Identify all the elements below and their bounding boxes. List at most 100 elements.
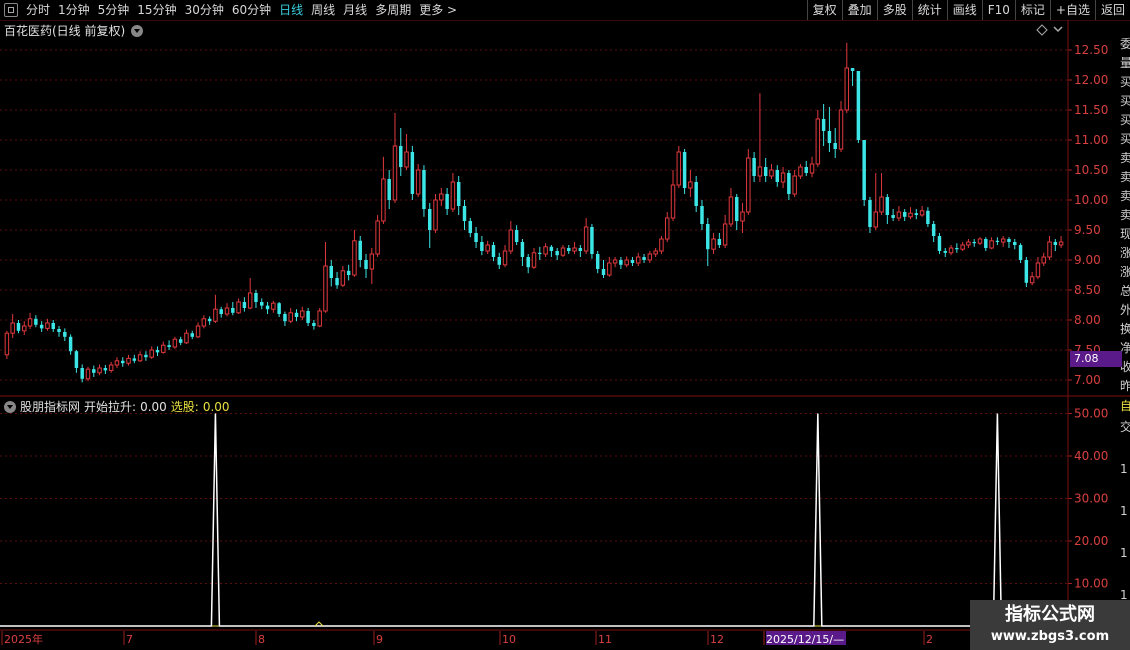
candle-body xyxy=(4,332,10,356)
right-panel-char: 买 xyxy=(1120,75,1130,89)
candle-body xyxy=(369,253,375,270)
candle-body xyxy=(844,67,850,111)
candle-body xyxy=(809,163,815,174)
candle-body xyxy=(190,333,194,337)
candle-body xyxy=(1035,262,1041,278)
candle-body xyxy=(207,318,212,322)
candle-body xyxy=(288,312,293,322)
indicator-name: 股朋指标网 xyxy=(20,400,81,414)
candle-body xyxy=(306,311,310,323)
candle-body xyxy=(352,240,357,276)
candle-body xyxy=(34,318,38,325)
price-tick-label: 10.00 xyxy=(1074,193,1108,207)
candle-body xyxy=(381,178,386,222)
price-tick-label: 7.00 xyxy=(1074,373,1101,387)
price-tick-label: 11.00 xyxy=(1074,133,1108,147)
candle-body xyxy=(780,172,786,183)
candle-body xyxy=(392,145,398,201)
candle-body xyxy=(728,196,734,225)
candle-body xyxy=(399,146,403,167)
candle-body xyxy=(868,200,872,227)
candle-body xyxy=(1024,260,1029,283)
candle-body xyxy=(578,248,583,251)
candle-body xyxy=(85,368,91,380)
candle-body xyxy=(404,151,409,168)
candle-body xyxy=(92,369,96,373)
indicator-right-panel-char: 1 xyxy=(1120,462,1128,476)
watermark-url: www.zbgs3.com xyxy=(990,629,1110,644)
candle-body xyxy=(879,196,884,213)
candle-body xyxy=(567,248,571,251)
chevron-down-icon xyxy=(1053,26,1063,33)
candle-body xyxy=(422,170,426,209)
price-tick-label: 8.50 xyxy=(1074,283,1101,297)
candle-body xyxy=(647,253,653,261)
time-axis-label: 2 xyxy=(926,633,933,646)
candle-body xyxy=(775,170,780,182)
candle-body xyxy=(236,301,241,314)
candle-body xyxy=(1047,241,1052,258)
candle-body xyxy=(607,262,612,276)
indicator-right-panel-char: 交 xyxy=(1120,419,1130,434)
candle-body xyxy=(508,229,514,252)
candle-body xyxy=(219,309,223,314)
candle-body xyxy=(624,259,629,266)
candle-body xyxy=(543,246,548,255)
indicator-line-label: 开始拉升: xyxy=(84,400,137,414)
price-tick-label: 12.00 xyxy=(1074,73,1108,87)
candle-body xyxy=(63,332,67,337)
candle-body xyxy=(16,323,21,331)
candle-body xyxy=(862,140,866,200)
price-tick-label: 10.50 xyxy=(1074,163,1108,177)
candle-body xyxy=(271,302,276,310)
candle-body xyxy=(74,351,79,368)
indicator-select-value: 0.00 xyxy=(202,399,230,414)
candle-body xyxy=(676,151,682,186)
indicator-line xyxy=(0,413,1130,627)
kline-canvas[interactable]: 12.5012.0011.5011.0010.5010.009.509.008.… xyxy=(0,0,1130,650)
candle-body xyxy=(526,257,530,268)
candle-body xyxy=(57,329,61,332)
indicator-tick-label: 20.00 xyxy=(1074,534,1108,548)
candle-body xyxy=(1029,276,1035,284)
candle-body xyxy=(538,252,542,254)
right-panel-char: 外 xyxy=(1120,303,1130,317)
right-panel-char: 卖 xyxy=(1120,170,1130,184)
candle-body xyxy=(572,247,577,252)
indicator-tick-label: 30.00 xyxy=(1074,492,1108,506)
chevron-down-icon[interactable] xyxy=(4,400,16,413)
candle-body xyxy=(670,184,676,219)
candle-body xyxy=(265,305,270,310)
candle-body xyxy=(462,206,467,221)
candle-body xyxy=(555,251,559,256)
candle-body xyxy=(531,252,537,268)
candle-body xyxy=(1007,239,1011,242)
candle-body xyxy=(977,238,983,244)
candle-body xyxy=(984,239,988,248)
candle-body xyxy=(815,118,821,165)
time-axis-label: 10 xyxy=(502,633,516,646)
candle-body xyxy=(827,131,832,143)
candle-body xyxy=(653,250,658,255)
candle-body xyxy=(850,68,855,71)
candle-body xyxy=(161,344,166,353)
candle-body xyxy=(144,354,148,358)
candle-body xyxy=(415,169,421,195)
candle-body xyxy=(387,179,391,200)
candle-body xyxy=(757,166,763,177)
candle-body xyxy=(919,210,925,216)
right-panel-char: 买 xyxy=(1120,132,1130,146)
candle-body xyxy=(995,240,1000,242)
candle-body xyxy=(300,310,305,318)
time-axis-label: 12 xyxy=(710,633,724,646)
candle-body xyxy=(201,318,207,327)
candle-body xyxy=(560,247,566,256)
candle-body xyxy=(340,270,346,286)
candle-body xyxy=(821,119,826,131)
candle-body xyxy=(231,308,235,313)
candle-body xyxy=(97,367,102,374)
candle-body xyxy=(103,368,108,371)
candle-body xyxy=(1018,245,1023,260)
candle-body xyxy=(694,182,698,206)
candle-body xyxy=(722,223,728,246)
